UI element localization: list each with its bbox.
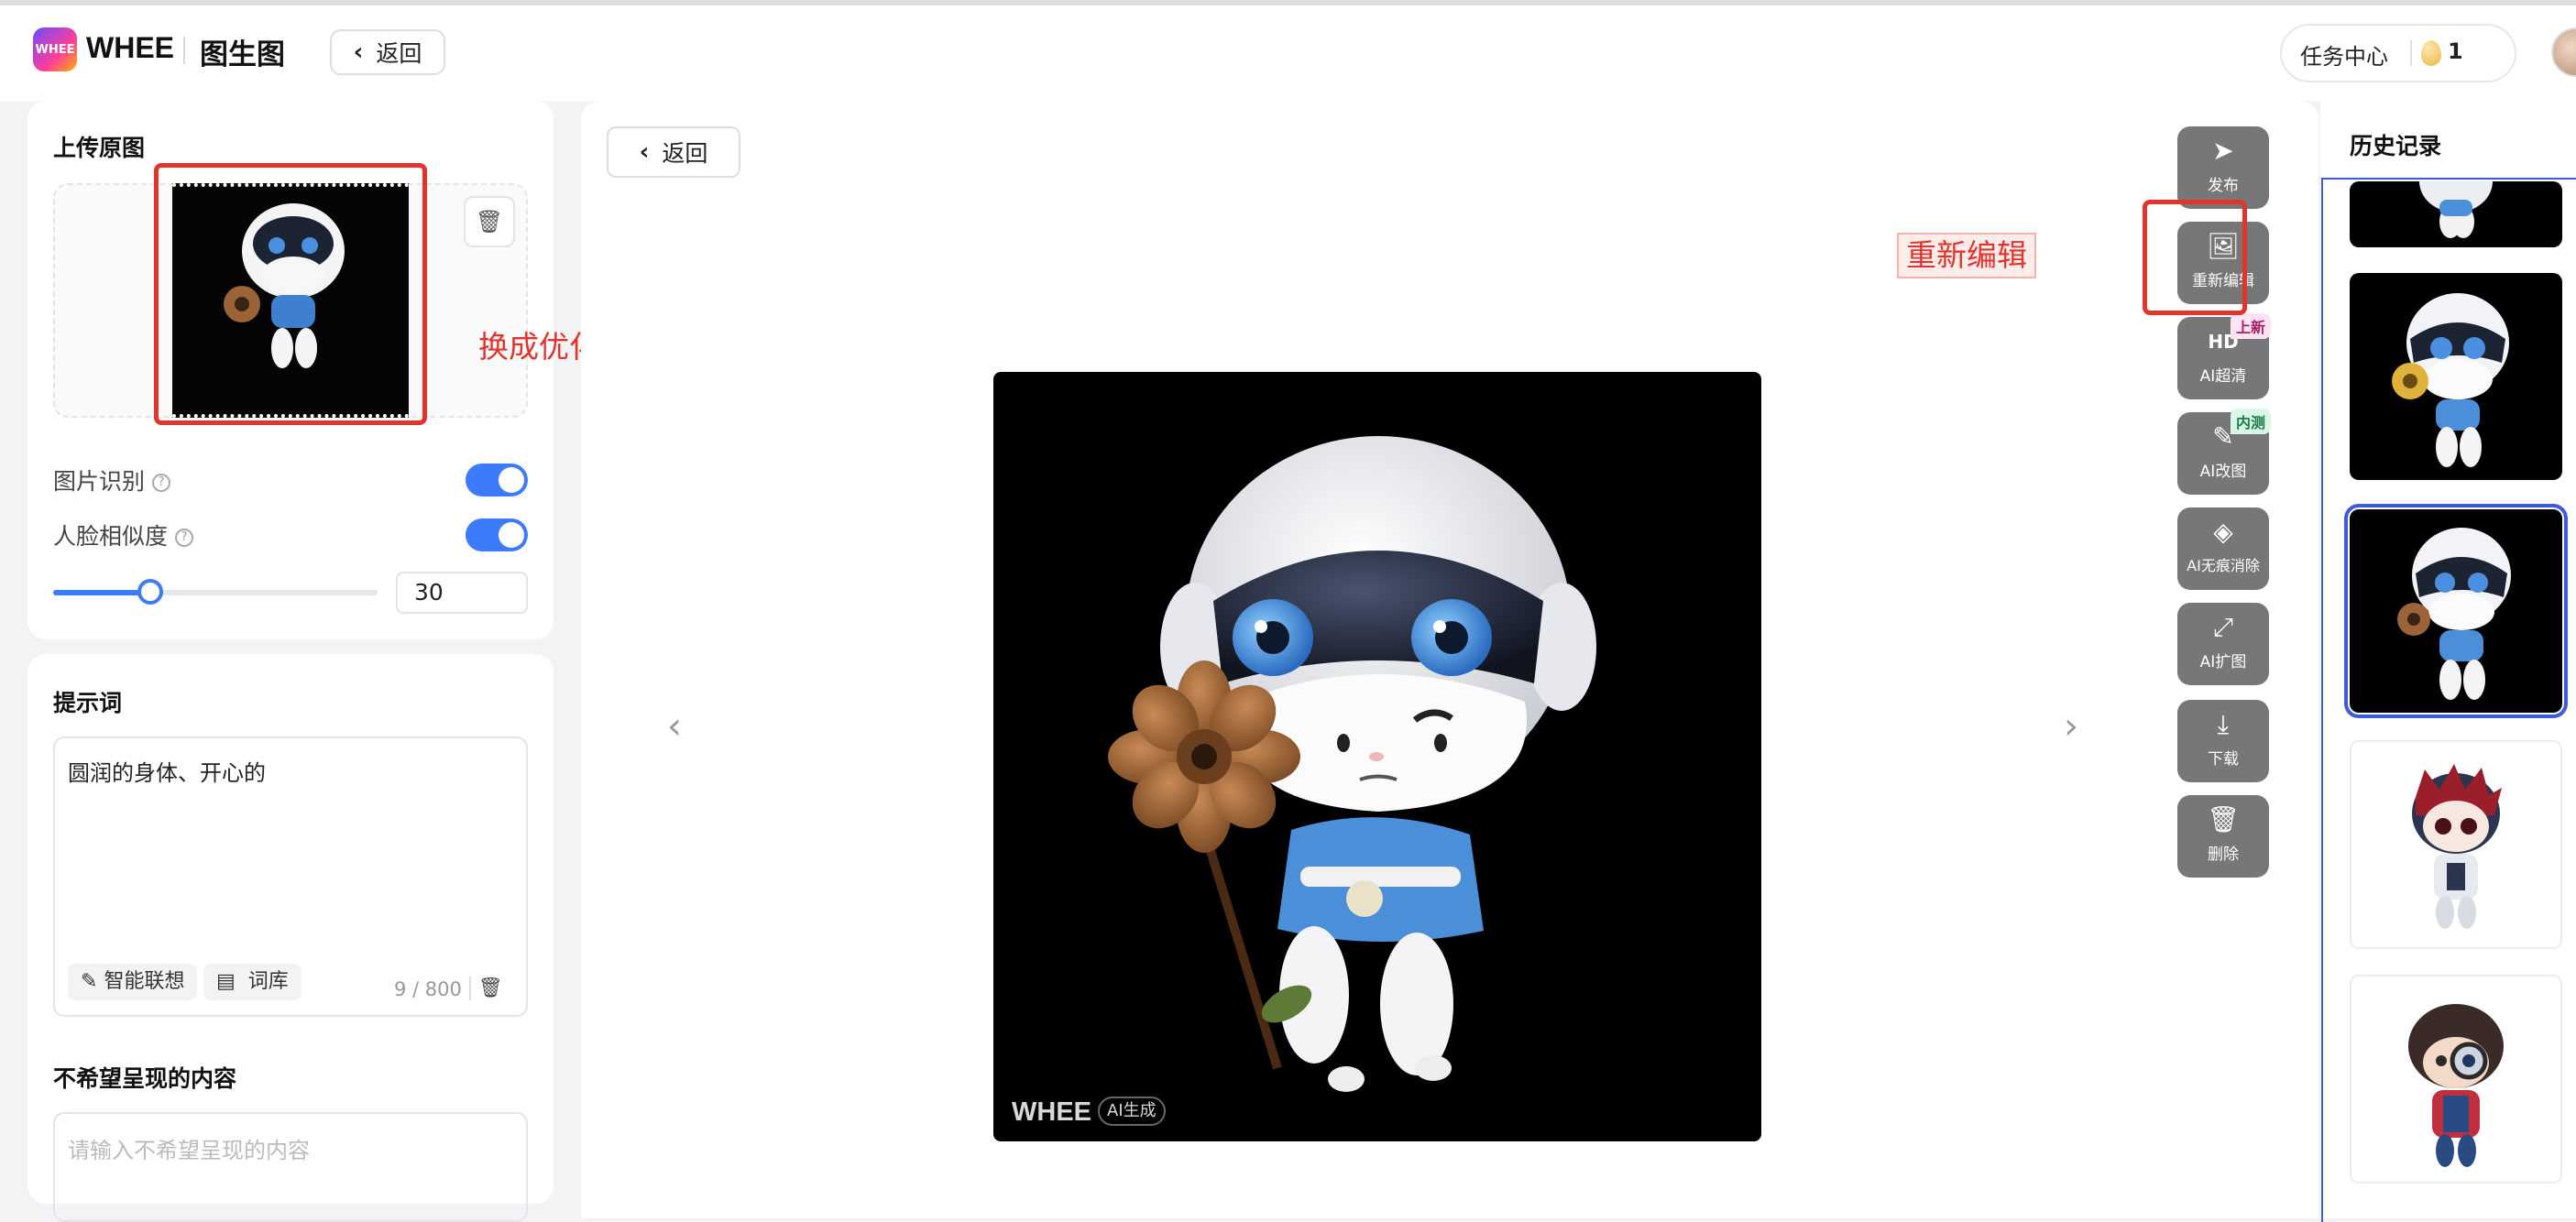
image-recognition-label: 图片识别? <box>53 464 171 496</box>
send-icon: ➤ <box>2212 136 2234 166</box>
ai-erase-label: AI无痕消除 <box>2187 557 2260 574</box>
history-thumbnail[interactable] <box>2350 273 2562 480</box>
publish-button[interactable]: ➤ 发布 <box>2177 126 2269 209</box>
prompt-text: 圆润的身体、开心的 <box>68 760 266 786</box>
history-thumbnail-selected[interactable] <box>2344 504 2568 718</box>
back-button[interactable]: ‹ 返回 <box>330 29 445 75</box>
negative-prompt-placeholder: 请输入不希望呈现的内容 <box>68 1138 310 1163</box>
delete-upload-button[interactable]: 🗑 <box>464 196 515 247</box>
negative-prompt-title: 不希望呈现的内容 <box>53 1065 237 1092</box>
help-icon[interactable]: ? <box>175 529 194 547</box>
ai-erase-button[interactable]: ◈ AI无痕消除 <box>2177 507 2269 590</box>
history-title: 历史记录 <box>2350 133 2442 159</box>
robot-thumbnail <box>2419 181 2493 238</box>
divider <box>183 37 185 64</box>
divider <box>2410 40 2412 66</box>
similarity-slider-fill <box>53 590 151 595</box>
history-thumbnail[interactable] <box>2350 181 2562 247</box>
clear-prompt-trash-icon[interactable]: 🗑 <box>478 977 503 999</box>
credit-count: 1 <box>2448 38 2463 64</box>
robot-thumbnail <box>2392 293 2509 467</box>
face-similarity-text: 人脸相似度 <box>53 523 169 550</box>
new-badge: 上新 <box>2231 313 2272 339</box>
robot-thumbnail <box>2397 528 2511 700</box>
lexicon-label: 词库 <box>247 970 289 993</box>
face-similarity-label: 人脸相似度? <box>53 518 194 551</box>
download-icon: ⤓ <box>2217 709 2230 739</box>
smart-suggest-button[interactable]: ✎ 智能联想 <box>68 964 198 1000</box>
book-icon: ▤ <box>216 970 236 993</box>
prompt-title: 提示词 <box>53 690 123 716</box>
ai-modify-label: AI改图 <box>2199 463 2247 481</box>
ai-upscale-label: AI超清 <box>2199 367 2247 386</box>
annotation-re-edit: 重新编辑 <box>1897 233 2036 278</box>
delete-label: 删除 <box>2208 846 2239 864</box>
face-similarity-toggle[interactable] <box>466 518 528 551</box>
canvas-back-button[interactable]: ‹ 返回 <box>607 126 740 178</box>
image-recognition-toggle[interactable] <box>466 464 528 496</box>
character-thumbnail <box>2408 1004 2504 1167</box>
lexicon-button[interactable]: ▤ 词库 <box>203 964 301 1000</box>
history-thumbnail[interactable] <box>2350 975 2562 1184</box>
history-thumbnail[interactable] <box>2350 740 2562 949</box>
ai-expand-label: AI扩图 <box>2199 653 2247 671</box>
next-image-arrow[interactable]: › <box>2064 705 2078 747</box>
similarity-value-input[interactable]: 30 <box>396 572 528 614</box>
ai-expand-button[interactable]: ⤢ AI扩图 <box>2177 603 2269 685</box>
canvas-back-label: 返回 <box>662 140 708 167</box>
brand-name: WHEE <box>86 31 174 64</box>
chevron-left-icon: ‹ <box>353 38 364 66</box>
page-title: 图生图 <box>200 38 285 71</box>
whee-logo[interactable]: WHEE <box>33 27 77 71</box>
watermark-ai-tag: AI生成 <box>1098 1097 1166 1126</box>
eraser-icon: ◈ <box>2213 517 2233 547</box>
trash-icon: 🗑 <box>2207 804 2240 835</box>
help-icon[interactable]: ? <box>152 474 171 492</box>
negative-prompt-input[interactable] <box>53 1112 528 1222</box>
expand-icon: ⤢ <box>2212 612 2234 642</box>
trash-icon: 🗑 <box>475 209 504 235</box>
character-thumbnail <box>2412 764 2502 929</box>
smart-suggest-label: 智能联想 <box>104 970 185 993</box>
divider <box>469 977 471 1000</box>
generated-image[interactable] <box>993 372 1761 1141</box>
publish-label: 发布 <box>2208 177 2239 195</box>
char-counter: 9 / 800 <box>394 978 462 1000</box>
prev-image-arrow[interactable]: ‹ <box>667 705 682 747</box>
wand-icon: ✎ <box>81 970 98 993</box>
download-label: 下载 <box>2208 750 2239 769</box>
credit-egg-icon <box>2421 40 2441 66</box>
image-recognition-text: 图片识别 <box>53 468 146 495</box>
chevron-left-icon: ‹ <box>639 138 650 166</box>
delete-button[interactable]: 🗑 删除 <box>2177 795 2269 878</box>
annotation-box-re-edit <box>2143 200 2247 315</box>
robot-character-illustration <box>1108 436 1596 1092</box>
beta-badge: 内测 <box>2231 409 2272 434</box>
task-center-link[interactable]: 任务中心 <box>2300 38 2388 71</box>
back-button-label: 返回 <box>376 40 422 67</box>
similarity-slider-handle[interactable] <box>137 579 164 605</box>
upload-title: 上传原图 <box>53 135 146 161</box>
download-button[interactable]: ⤓ 下载 <box>2177 700 2269 782</box>
watermark-brand: WHEE <box>1012 1097 1091 1127</box>
annotation-box-upload <box>154 163 427 425</box>
